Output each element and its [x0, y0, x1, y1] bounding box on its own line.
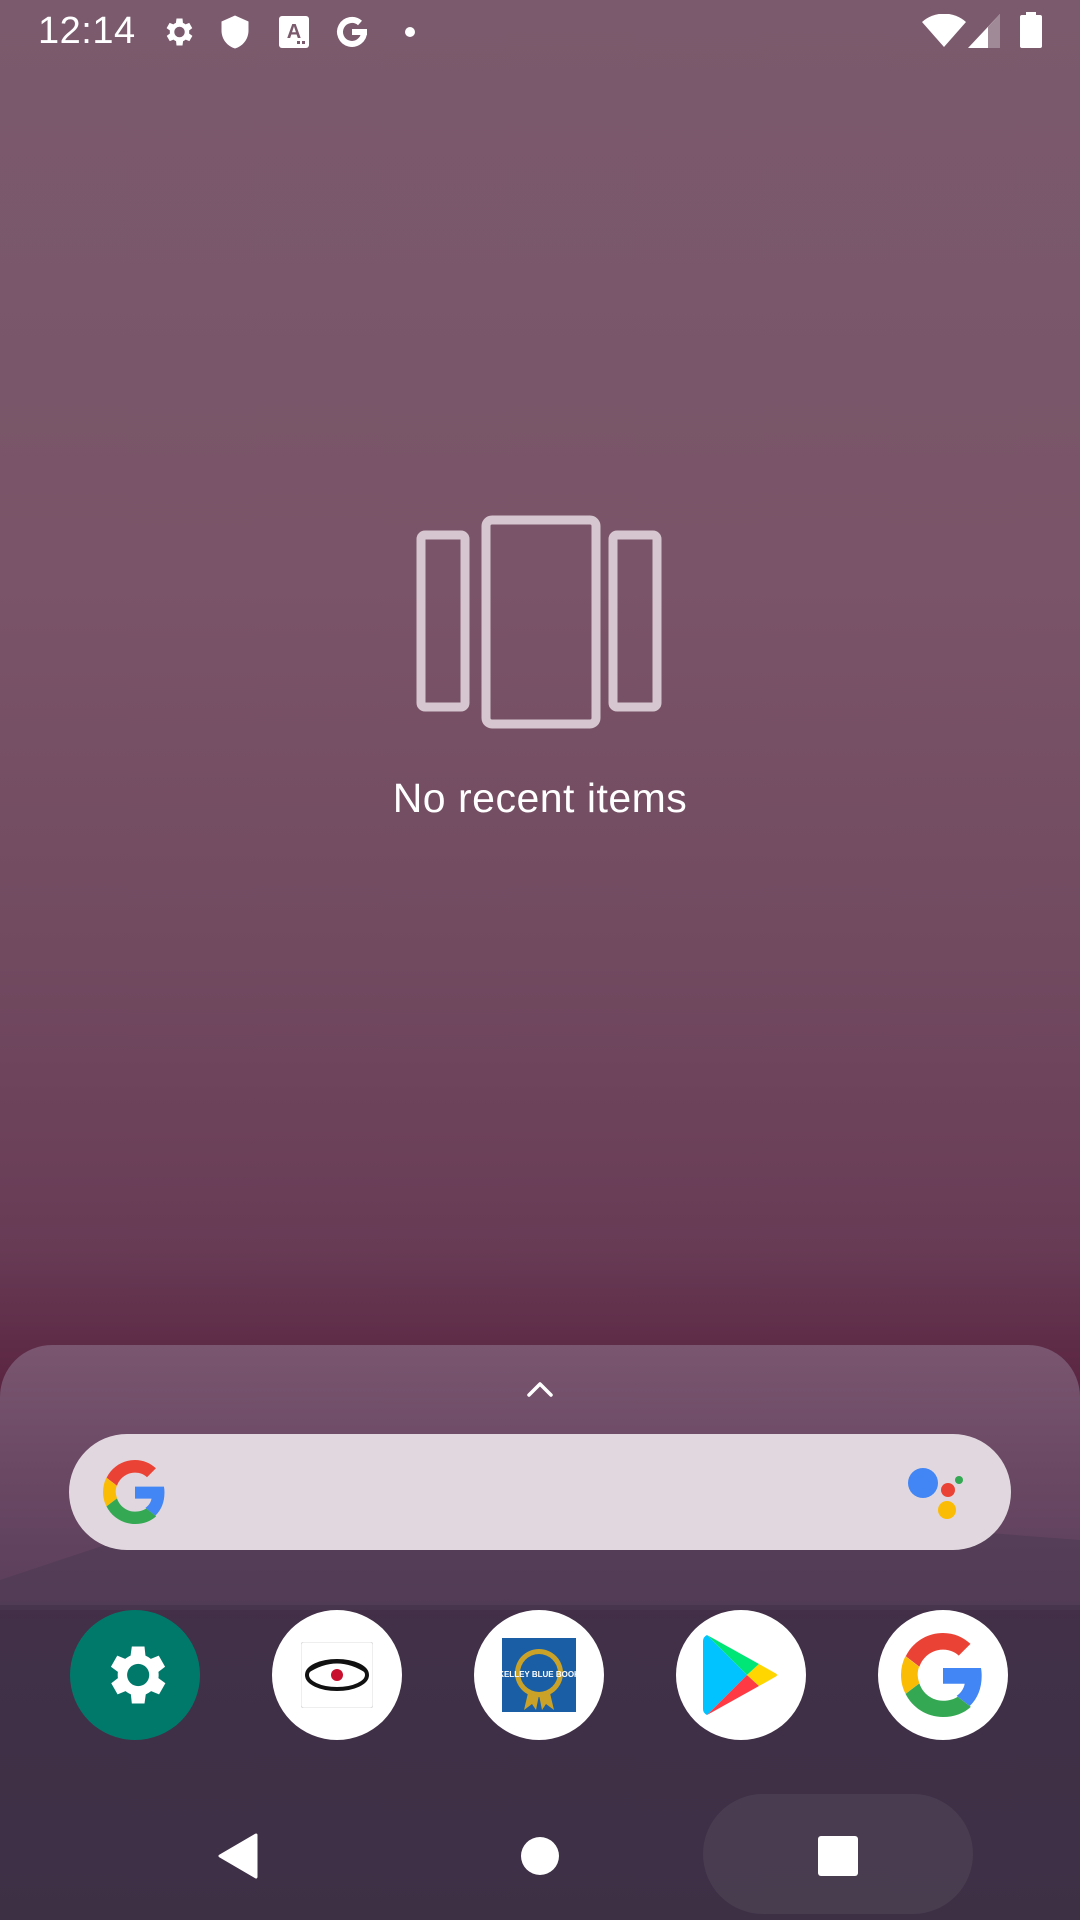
home-icon[interactable]: [520, 1836, 560, 1881]
google-g-icon: [102, 1460, 167, 1529]
google-app-icon[interactable]: [878, 1610, 1008, 1740]
eye-logo-app-icon[interactable]: [272, 1610, 402, 1740]
text-scan-icon: A: [279, 16, 309, 53]
status-time: 12:14: [38, 10, 136, 52]
kelley-blue-book-icon[interactable]: KELLEY BLUE BOOK: [474, 1610, 604, 1740]
google-search-bar[interactable]: [69, 1434, 1011, 1550]
app-dock: KELLEY BLUE BOOK: [0, 1610, 1080, 1742]
status-bar: 12:14 A: [0, 0, 1080, 64]
chevron-up-icon[interactable]: [526, 1380, 554, 1403]
settings-app-icon[interactable]: [70, 1610, 200, 1740]
notification-dot-icon: [404, 25, 416, 43]
back-icon[interactable]: [216, 1833, 258, 1884]
navigation-bar: [0, 1790, 1080, 1920]
google-assistant-icon[interactable]: [905, 1462, 965, 1527]
google-g-icon: [334, 14, 370, 55]
recents-empty-icon: [416, 515, 666, 734]
battery-icon: [1020, 12, 1042, 53]
no-recent-items-text: No recent items: [392, 775, 688, 821]
svg-text:A: A: [287, 21, 301, 43]
cellular-signal-icon: [968, 14, 1004, 53]
settings-icon: [160, 14, 196, 55]
wifi-icon: [922, 13, 966, 53]
recents-icon[interactable]: [818, 1836, 858, 1881]
shield-icon: [220, 14, 250, 55]
kbb-logo-text: KELLEY BLUE BOOK: [502, 1670, 576, 1679]
play-store-icon[interactable]: [676, 1610, 806, 1740]
